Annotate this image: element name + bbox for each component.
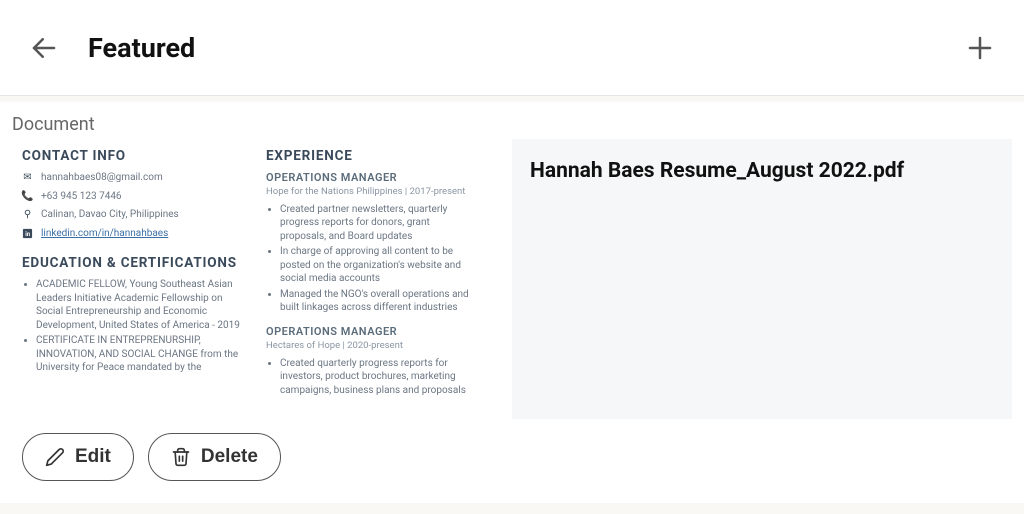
phone-icon: 📞: [22, 191, 33, 202]
plus-icon: [965, 33, 995, 63]
add-button[interactable]: [960, 28, 1000, 68]
job-subtitle: Hectares of Hope | 2020-present: [266, 340, 472, 353]
linkedin-value: linkedin.com/in/hannahbaes: [41, 227, 168, 241]
job-bullets: Created partner newsletters, quarterly p…: [266, 203, 472, 315]
job-bullet: Managed the NGO's overall operations and…: [280, 288, 472, 315]
job-title: OPERATIONS MANAGER: [266, 325, 472, 340]
file-title: Hannah Baes Resume_August 2022.pdf: [530, 159, 994, 183]
document-type-label: Document: [12, 114, 1012, 135]
education-heading: EDUCATION & CERTIFICATIONS: [22, 254, 242, 272]
address-value: Calinan, Davao City, Philippines: [41, 208, 179, 222]
delete-button[interactable]: Delete: [148, 433, 281, 481]
phone-value: +63 945 123 7446: [41, 190, 122, 204]
job-subtitle: Hope for the Nations Philippines | 2017-…: [266, 186, 472, 199]
arrow-left-icon: [29, 33, 59, 63]
contact-address: ⚲ Calinan, Davao City, Philippines: [22, 208, 242, 222]
email-icon: ✉: [22, 172, 33, 183]
resume-right-column: EXPERIENCE OPERATIONS MANAGER Hope for t…: [266, 147, 472, 399]
job-bullet: In charge of approving all content to be…: [280, 245, 472, 286]
job-bullets: Created quarterly progress reports for i…: [266, 357, 472, 398]
contact-heading: CONTACT INFO: [22, 147, 242, 165]
pencil-icon: [45, 447, 65, 467]
delete-label: Delete: [201, 446, 258, 468]
experience-heading: EXPERIENCE: [266, 147, 472, 165]
contact-email: ✉ hannahbaes08@gmail.com: [22, 171, 242, 185]
document-row: CONTACT INFO ✉ hannahbaes08@gmail.com 📞 …: [12, 139, 1012, 419]
resume-left-column: CONTACT INFO ✉ hannahbaes08@gmail.com 📞 …: [22, 147, 242, 399]
document-preview[interactable]: CONTACT INFO ✉ hannahbaes08@gmail.com 📞 …: [12, 139, 482, 419]
back-button[interactable]: [24, 28, 64, 68]
resume-content: CONTACT INFO ✉ hannahbaes08@gmail.com 📞 …: [12, 139, 482, 407]
page-title: Featured: [88, 32, 195, 64]
content-area: Document CONTACT INFO ✉ hannahbaes08@gma…: [0, 102, 1024, 503]
contact-phone: 📞 +63 945 123 7446: [22, 190, 242, 204]
job-bullet: Created quarterly progress reports for i…: [280, 357, 472, 398]
job-bullet: Created partner newsletters, quarterly p…: [280, 203, 472, 244]
page-header: Featured: [0, 0, 1024, 96]
education-list: ACADEMIC FELLOW, Young Southeast Asian L…: [22, 278, 242, 375]
edit-button[interactable]: Edit: [22, 433, 134, 481]
contact-linkedin: in linkedin.com/in/hannahbaes: [22, 227, 242, 241]
job-title: OPERATIONS MANAGER: [266, 171, 472, 186]
svg-text:in: in: [25, 231, 31, 238]
edit-label: Edit: [75, 446, 111, 468]
email-value: hannahbaes08@gmail.com: [41, 171, 163, 185]
education-item: ACADEMIC FELLOW, Young Southeast Asian L…: [36, 278, 242, 332]
education-item: CERTIFICATE IN ENTREPRENURSHIP, INNOVATI…: [36, 334, 242, 375]
action-bar: Edit Delete: [12, 419, 1012, 491]
linkedin-icon: in: [22, 228, 33, 239]
file-info-pane: Hannah Baes Resume_August 2022.pdf: [512, 139, 1012, 419]
location-icon: ⚲: [22, 209, 33, 220]
trash-icon: [171, 447, 191, 467]
